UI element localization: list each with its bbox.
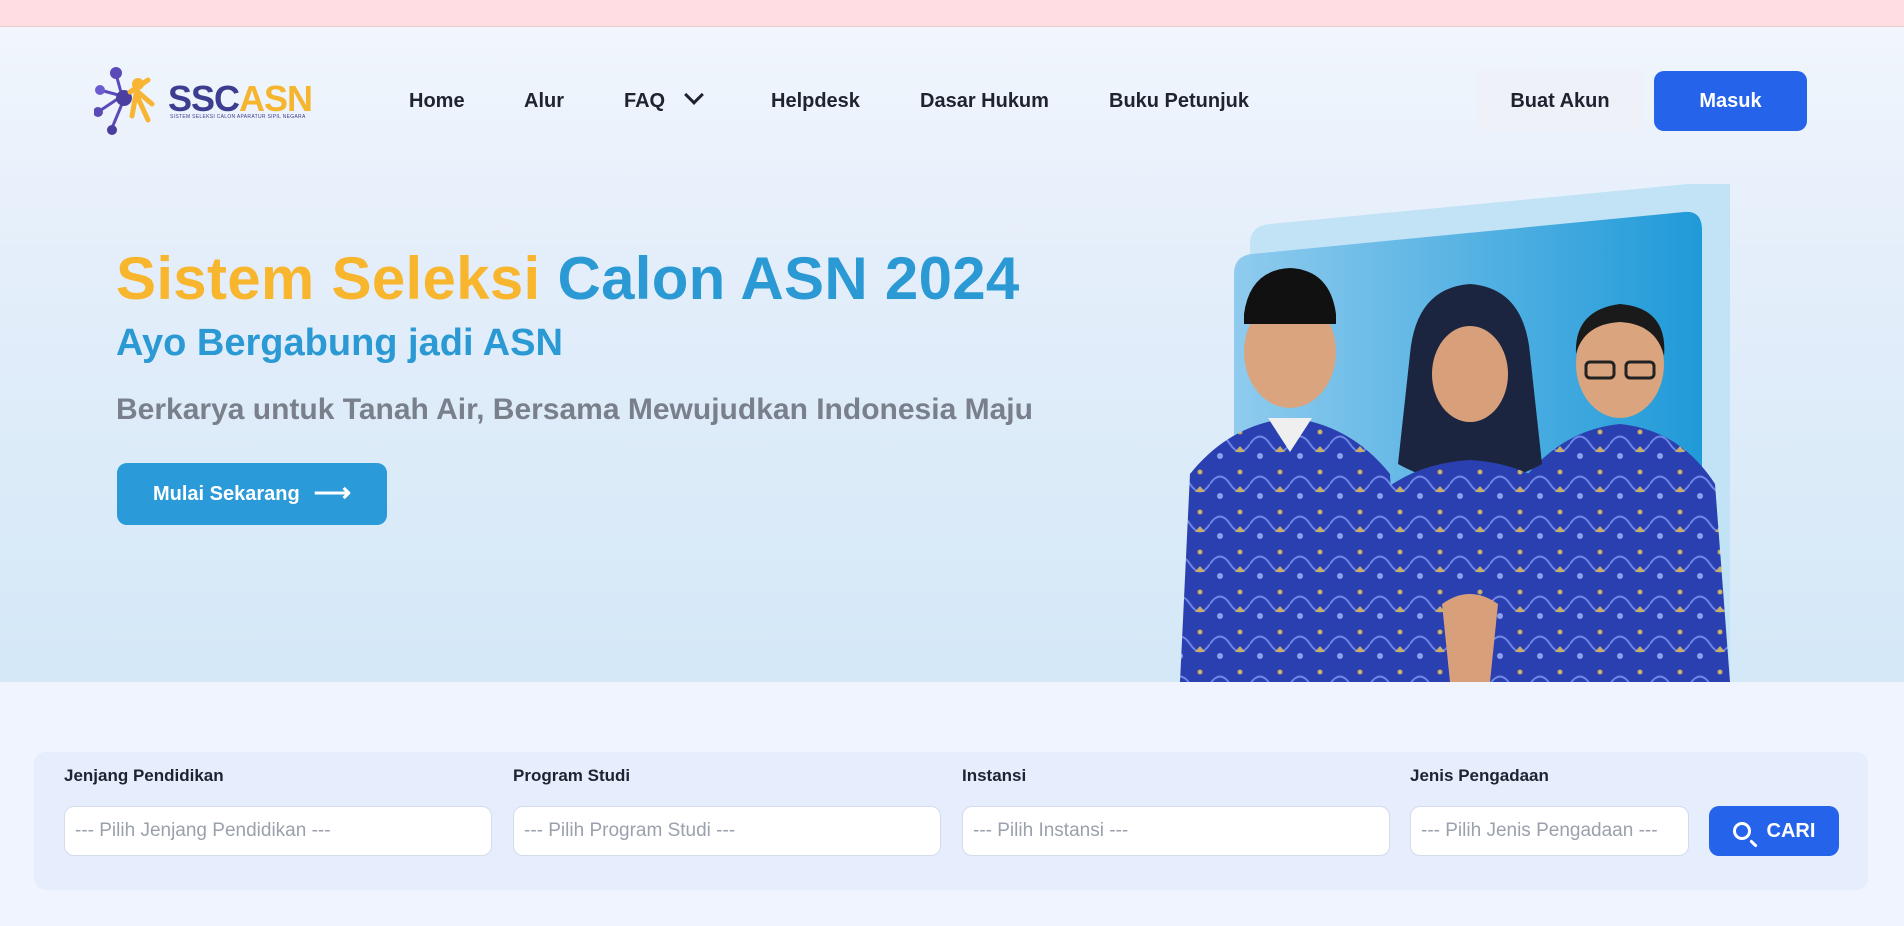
field-label-jenjang: Jenjang Pendidikan xyxy=(64,766,224,785)
nav-buku-petunjuk[interactable]: Buku Petunjuk xyxy=(1109,86,1249,116)
hero-tagline: Berkarya untuk Tanah Air, Bersama Mewuju… xyxy=(116,393,1033,426)
field-label-jenis-pengadaan: Jenis Pengadaan xyxy=(1410,766,1549,785)
arrow-right-icon: ⟶ xyxy=(313,477,351,507)
nav-faq-label: FAQ xyxy=(624,90,666,112)
chevron-down-icon xyxy=(684,85,705,105)
search-button-label: CARI xyxy=(1766,819,1816,842)
create-account-button[interactable]: Buat Akun xyxy=(1476,71,1644,131)
logo-ssc: SSC xyxy=(168,78,240,119)
hero-title-part1: Sistem Seleksi xyxy=(116,245,541,312)
jenjang-pendidikan-select[interactable]: --- Pilih Jenjang Pendidikan --- xyxy=(64,806,492,856)
logo-mark-icon xyxy=(93,67,155,135)
start-button[interactable]: Mulai Sekarang ⟶ xyxy=(117,463,387,525)
top-notification-strip xyxy=(0,0,1904,27)
login-button[interactable]: Masuk xyxy=(1654,71,1807,131)
hero-title-part2: Calon ASN 2024 xyxy=(557,245,1020,312)
program-studi-select[interactable]: --- Pilih Program Studi --- xyxy=(513,806,941,856)
nav-dasar-hukum[interactable]: Dasar Hukum xyxy=(920,86,1049,116)
nav-helpdesk[interactable]: Helpdesk xyxy=(771,86,860,116)
search-icon xyxy=(1732,822,1751,840)
hero-title: Sistem Seleksi Calon ASN 2024 xyxy=(116,244,1020,313)
field-label-instansi: Instansi xyxy=(962,766,1027,785)
field-label-program-studi: Program Studi xyxy=(513,766,631,785)
jenis-pengadaan-select[interactable]: --- Pilih Jenis Pengadaan --- xyxy=(1410,806,1689,856)
logo-subtitle: SISTEM SELEKSI CALON APARATUR SIPIL NEGA… xyxy=(170,114,306,120)
start-button-label: Mulai Sekarang xyxy=(153,482,300,505)
nav-faq[interactable]: FAQ xyxy=(624,85,705,116)
nav-alur[interactable]: Alur xyxy=(524,86,564,116)
site-logo[interactable]: SSCASN SISTEM SELEKSI CALON APARATUR SIP… xyxy=(93,64,314,138)
logo-asn: ASN xyxy=(239,78,313,119)
nav-home[interactable]: Home xyxy=(409,86,465,116)
hero-illustration xyxy=(1180,184,1730,682)
hero-subtitle: Ayo Bergabung jadi ASN xyxy=(116,322,563,364)
instansi-select[interactable]: --- Pilih Instansi --- xyxy=(962,806,1390,856)
search-button[interactable]: CARI xyxy=(1709,806,1839,856)
